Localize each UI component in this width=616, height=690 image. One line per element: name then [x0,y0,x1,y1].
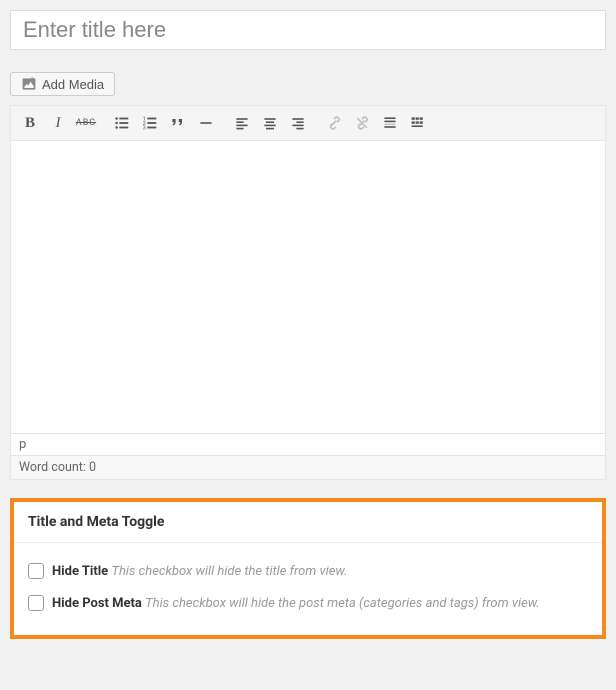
editor-toolbar: B I ABC 123 [11,106,605,141]
word-count: Word count: 0 [11,455,605,479]
unlink-button[interactable] [349,110,375,136]
post-title-input[interactable] [10,10,606,50]
metabox-title: Title and Meta Toggle [14,502,602,543]
media-icon [21,76,37,92]
add-media-button[interactable]: Add Media [10,72,115,96]
link-button[interactable] [321,110,347,136]
hide-post-meta-label: Hide Post Meta [52,596,142,611]
hr-button[interactable] [193,110,219,136]
editor-box: B I ABC 123 [10,105,606,480]
svg-text:3: 3 [143,125,146,131]
align-left-button[interactable] [229,110,255,136]
add-media-label: Add Media [42,77,104,92]
bullet-list-button[interactable] [109,110,135,136]
hide-title-checkbox[interactable] [28,563,44,579]
bold-button[interactable]: B [17,110,43,136]
align-right-button[interactable] [285,110,311,136]
hide-title-label: Hide Title [52,564,108,579]
hide-post-meta-option: Hide Post Meta This checkbox will hide t… [28,587,588,619]
editor-path: p [11,433,605,455]
strikethrough-button[interactable]: ABC [73,110,99,136]
insert-more-button[interactable] [377,110,403,136]
hide-title-desc: This checkbox will hide the title from v… [111,564,347,579]
align-center-button[interactable] [257,110,283,136]
numbered-list-button[interactable]: 123 [137,110,163,136]
hide-post-meta-desc: This checkbox will hide the post meta (c… [145,596,540,611]
title-meta-toggle-metabox: Title and Meta Toggle Hide Title This ch… [10,498,606,639]
hide-title-option: Hide Title This checkbox will hide the t… [28,555,588,587]
blockquote-button[interactable] [165,110,191,136]
italic-button[interactable]: I [45,110,71,136]
hide-post-meta-checkbox[interactable] [28,595,44,611]
toolbar-toggle-button[interactable] [405,110,431,136]
editor-content-area[interactable] [11,141,605,433]
